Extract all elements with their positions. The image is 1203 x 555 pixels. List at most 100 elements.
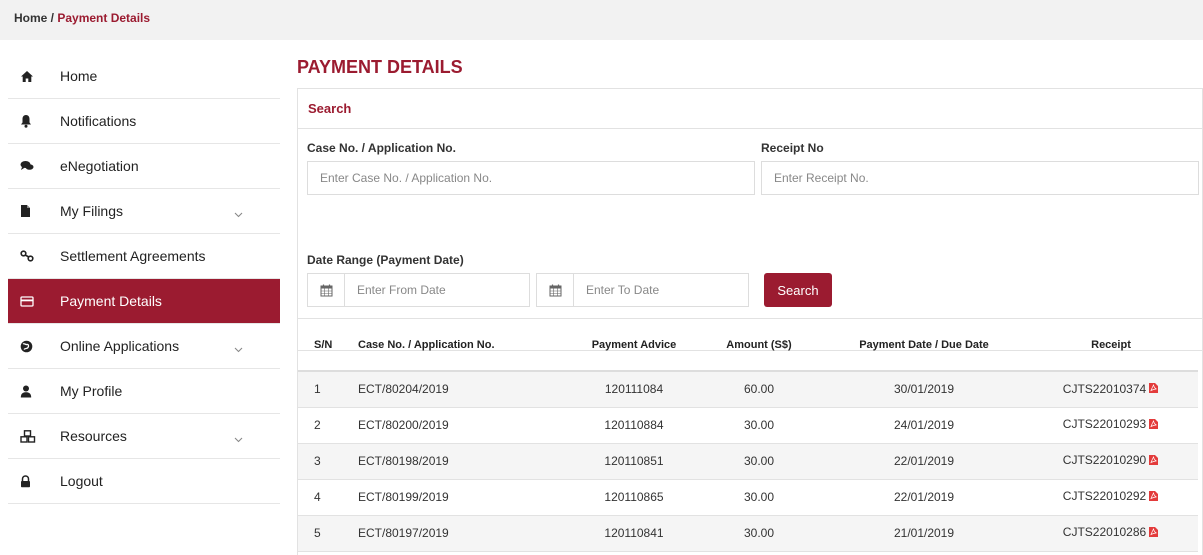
cell-receipt: CJTS22010292 [1024,479,1198,516]
cell-payment-advice: 120111084 [574,371,694,408]
chevron-down-icon[interactable] [234,340,243,353]
cell-amount: 60.00 [694,371,824,408]
receipt-number: CJTS22010293 [1062,417,1147,432]
search-button[interactable]: Search [764,273,832,307]
cell-payment-date: 21/01/2019 [824,515,1024,552]
chevron-down-icon[interactable] [234,430,243,443]
sidebar-item-label: eNegotiation [60,158,139,174]
cell-sn: 5 [298,515,346,552]
payment-table: S/N Case No. / Application No. Payment A… [298,319,1198,552]
sidebar-item-payment-details[interactable]: Payment Details [8,279,280,324]
cell-sn: 3 [298,443,346,480]
cell-case-no: ECT/80200/2019 [346,407,574,444]
cell-payment-advice: 120110851 [574,443,694,480]
table-row: 3 ECT/80198/2019 120110851 30.00 22/01/2… [298,443,1198,480]
column-header-case-no: Case No. / Application No. [346,319,574,372]
case-no-label: Case No. / Application No. [307,141,456,155]
sidebar-item-label: Home [60,68,98,84]
payment-table-panel: S/N Case No. / Application No. Payment A… [297,318,1203,555]
calendar-icon[interactable] [307,273,345,307]
column-header-amount: Amount (S$) [694,319,824,372]
calendar-icon[interactable] [536,273,574,307]
cell-sn: 1 [298,371,346,408]
handshake-icon [20,248,44,264]
pdf-icon[interactable] [1148,454,1159,469]
chevron-down-icon[interactable] [234,205,243,218]
cell-amount: 30.00 [694,479,824,516]
cell-case-no: ECT/80204/2019 [346,371,574,408]
home-icon [20,68,44,84]
pdf-icon[interactable] [1148,490,1159,505]
cell-sn: 2 [298,407,346,444]
sidebar-item-logout[interactable]: Logout [8,459,280,504]
cell-payment-date: 22/01/2019 [824,479,1024,516]
sidebar-item-my-filings[interactable]: My Filings [8,189,280,234]
pdf-icon[interactable] [1148,418,1159,433]
cell-case-no: ECT/80199/2019 [346,479,574,516]
table-row: 2 ECT/80200/2019 120110884 30.00 24/01/2… [298,407,1198,444]
sidebar-item-my-profile[interactable]: My Profile [8,369,280,414]
sidebar-item-label: Resources [60,428,127,444]
cell-receipt: CJTS22010286 [1024,515,1198,552]
receipt-no-input[interactable] [761,161,1199,195]
sidebar-item-label: Online Applications [60,338,180,354]
breadcrumb: Home / Payment Details [0,0,1203,40]
cell-payment-date: 30/01/2019 [824,371,1024,408]
main-content: PAYMENT DETAILS Search Case No. / Applic… [297,54,1203,555]
sidebar-item-label: My Filings [60,203,124,219]
user-icon [20,383,44,399]
receipt-number: CJTS22010292 [1062,489,1147,504]
cell-receipt: CJTS22010374 [1024,371,1198,408]
cell-payment-advice: 120110841 [574,515,694,552]
sidebar-nav: Home Notifications eNegotiation My Filin… [8,54,280,504]
sidebar-item-settlement-agreements[interactable]: Settlement Agreements [8,234,280,279]
table-row: 4 ECT/80199/2019 120110865 30.00 22/01/2… [298,479,1198,516]
cell-payment-date: 24/01/2019 [824,407,1024,444]
column-header-payment-date: Payment Date / Due Date [824,319,1024,372]
cell-payment-date: 22/01/2019 [824,443,1024,480]
table-header-row: S/N Case No. / Application No. Payment A… [298,319,1198,372]
page-title: PAYMENT DETAILS [297,57,463,77]
sidebar-item-label: Logout [60,473,103,489]
sidebar-item-enegotiation[interactable]: eNegotiation [8,144,280,189]
lock-icon [20,473,44,489]
cell-payment-advice: 120110865 [574,479,694,516]
chat-icon [20,158,44,174]
sidebar-item-online-applications[interactable]: Online Applications [8,324,280,369]
cell-amount: 30.00 [694,443,824,480]
to-date-input[interactable] [573,273,749,307]
search-panel: Search Case No. / Application No. Receip… [297,88,1203,351]
column-header-sn: S/N [298,319,346,372]
search-panel-title: Search [298,89,1202,129]
cell-receipt: CJTS22010293 [1024,407,1198,444]
from-date-input[interactable] [344,273,530,307]
credit-card-icon [20,293,44,309]
receipt-number: CJTS22010374 [1062,381,1147,396]
breadcrumb-home-link[interactable]: Home [14,11,47,25]
case-no-input[interactable] [307,161,755,195]
table-row: 1 ECT/80204/2019 120111084 60.00 30/01/2… [298,371,1198,408]
sidebar-item-resources[interactable]: Resources [8,414,280,459]
receipt-no-label: Receipt No [761,141,824,155]
cell-amount: 30.00 [694,515,824,552]
pdf-icon[interactable] [1148,382,1159,397]
sidebar-item-label: Payment Details [60,293,162,309]
column-header-receipt: Receipt [1024,319,1198,372]
file-icon [20,203,44,219]
sidebar-item-label: Settlement Agreements [60,248,206,264]
cell-payment-advice: 120110884 [574,407,694,444]
cell-case-no: ECT/80197/2019 [346,515,574,552]
sidebar-item-home[interactable]: Home [8,54,280,99]
breadcrumb-current: Payment Details [57,11,151,25]
table-row: 5 ECT/80197/2019 120110841 30.00 21/01/2… [298,515,1198,552]
date-range-label: Date Range (Payment Date) [307,253,464,267]
pdf-icon[interactable] [1148,526,1159,541]
column-header-payment-advice: Payment Advice [574,319,694,372]
cell-case-no: ECT/80198/2019 [346,443,574,480]
receipt-number: CJTS22010290 [1062,453,1147,468]
bell-icon [20,113,44,129]
globe-icon [20,338,44,354]
receipt-number: CJTS22010286 [1062,525,1147,540]
cell-amount: 30.00 [694,407,824,444]
sidebar-item-notifications[interactable]: Notifications [8,99,280,144]
